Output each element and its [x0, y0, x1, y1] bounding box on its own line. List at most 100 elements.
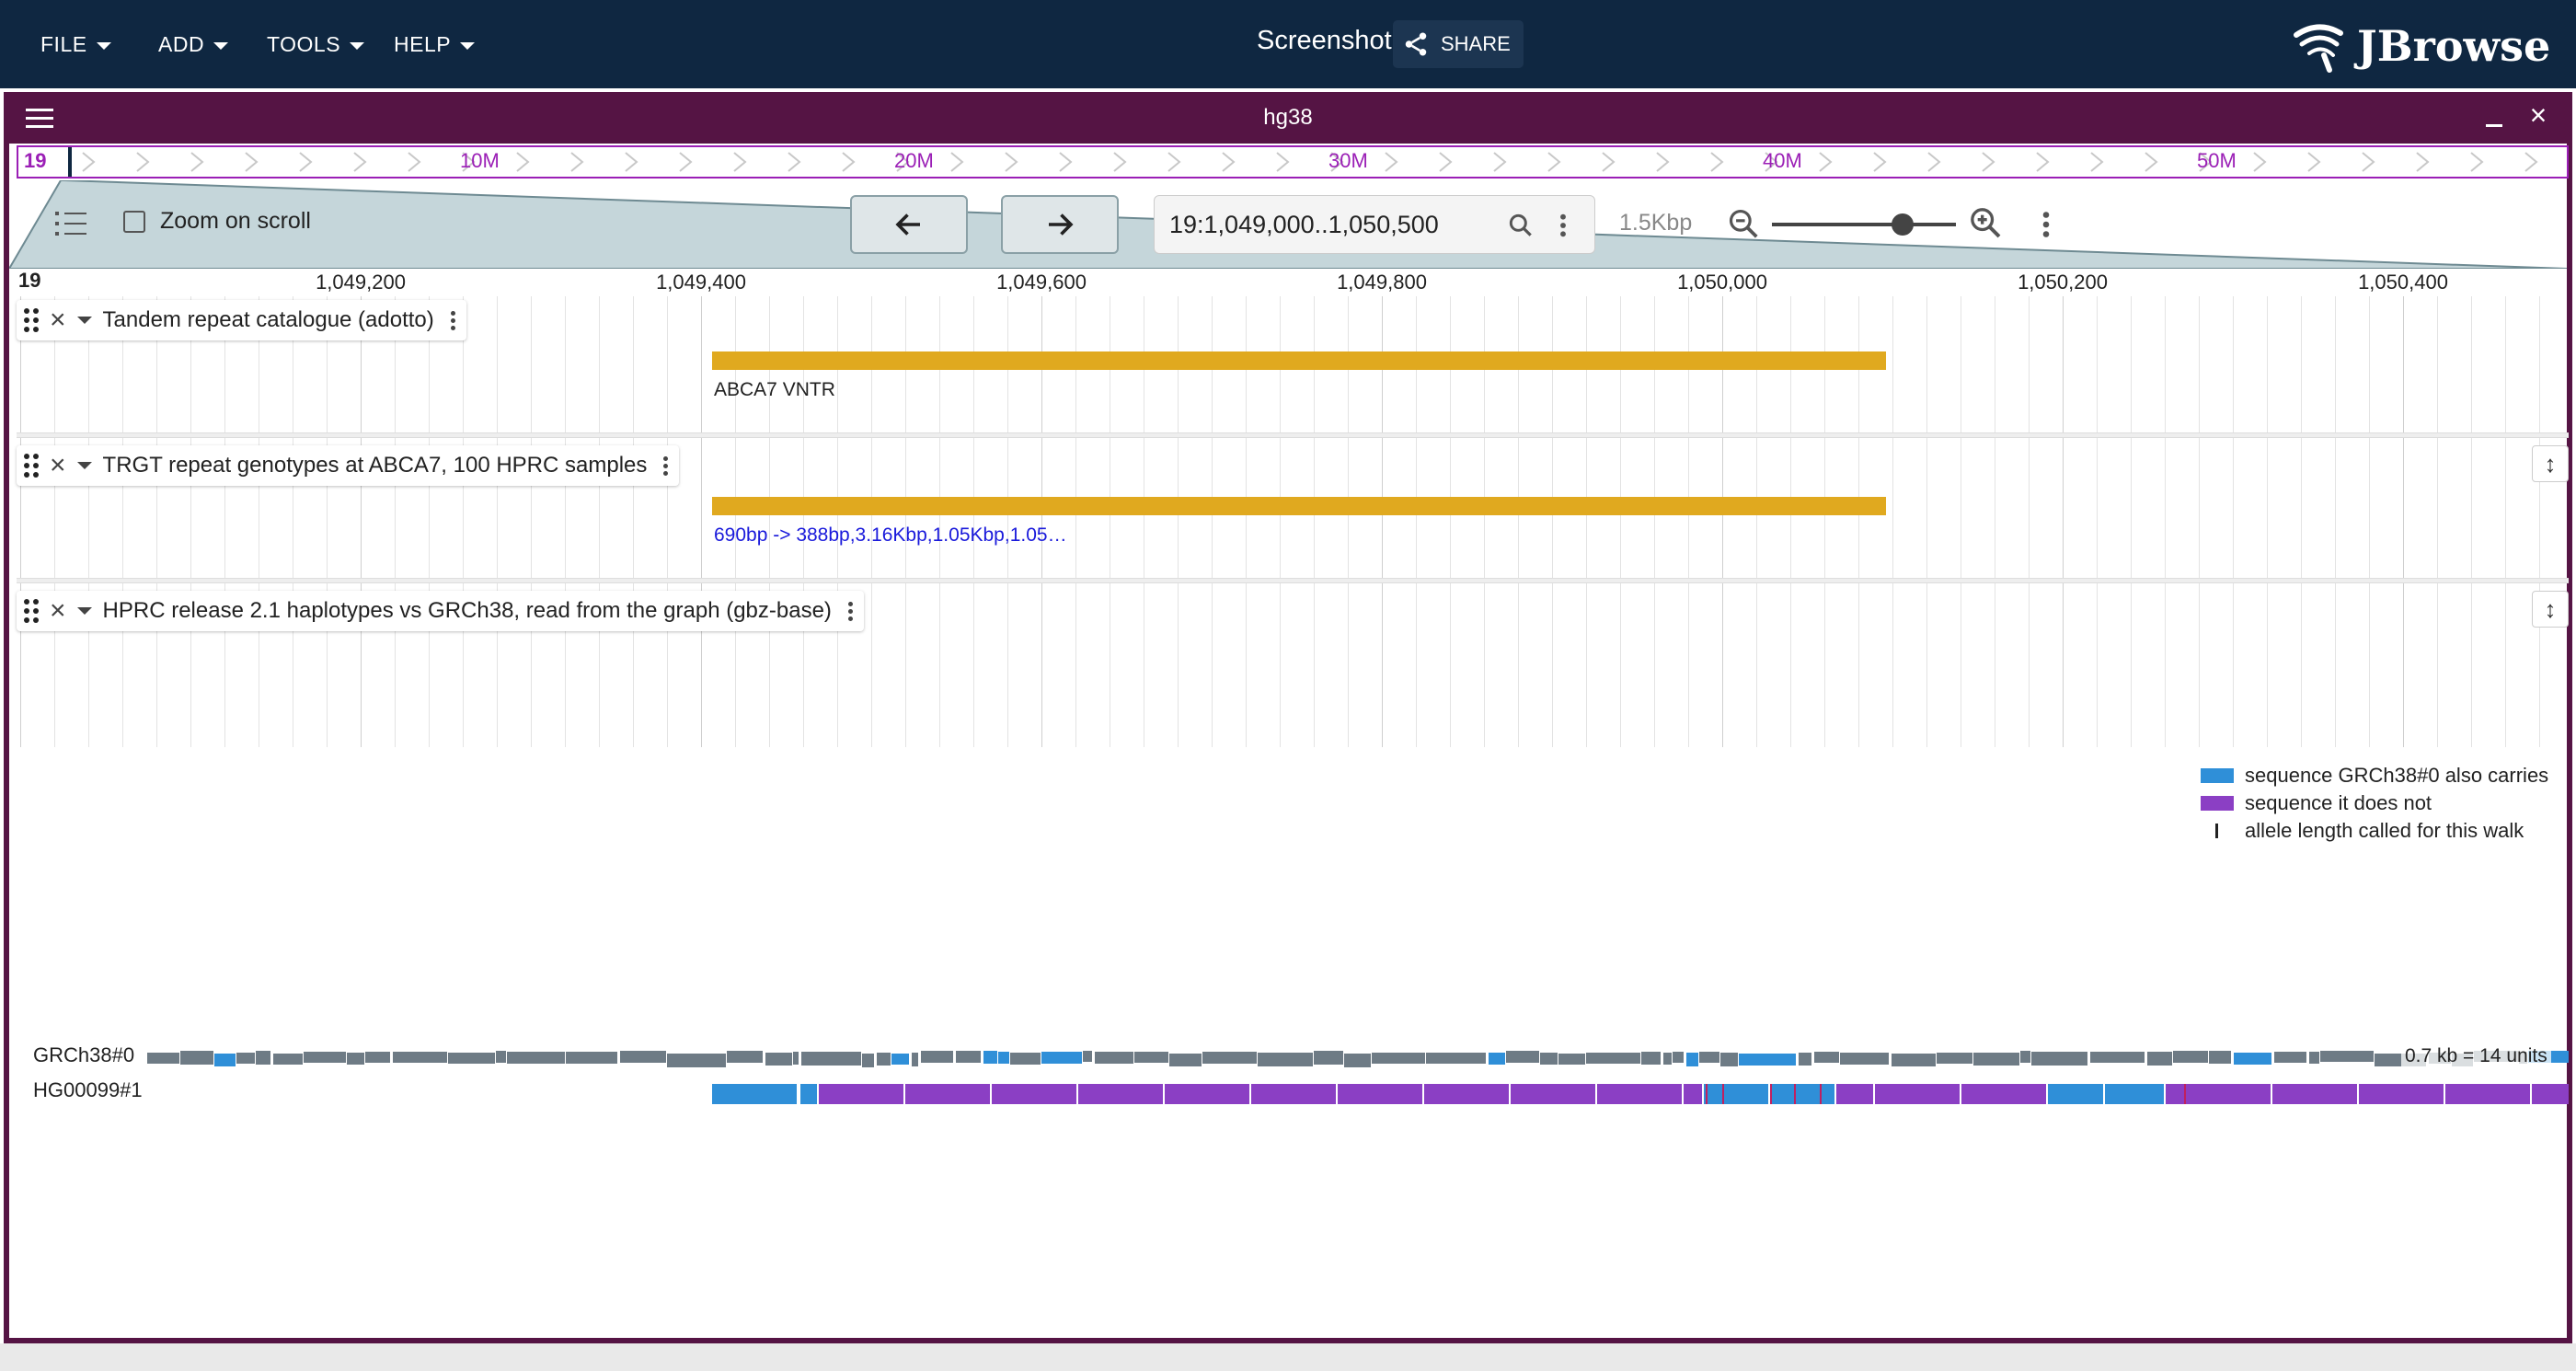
track-selector-icon[interactable] [55, 210, 86, 237]
legend-swatch [2201, 796, 2234, 811]
legend-swatch [2201, 768, 2234, 783]
overview-chrom-label: 19 [24, 149, 47, 172]
zoom-slider[interactable] [1772, 213, 1956, 236]
feature-label: 690bp -> 388bp,3.16Kbp,1.05Kbp,1.05… [714, 524, 1067, 546]
help-menu-label: HELP [394, 31, 452, 56]
track-tandem-repeat-catalogue: ABCA7 VNTR × Tandem repeat catalogue (ad… [17, 300, 2569, 482]
feature-label: ABCA7 VNTR [714, 379, 835, 400]
close-track-icon[interactable]: × [50, 597, 66, 625]
collapse-track-icon[interactable] [76, 317, 92, 324]
feature-abca7-vntr[interactable] [712, 351, 1886, 370]
track-name: TRGT repeat genotypes at ABCA7, 100 HPRC… [102, 453, 648, 478]
arrow-left-icon [895, 213, 920, 236]
minimize-icon[interactable] [2484, 105, 2506, 127]
drag-handle-icon[interactable] [24, 599, 39, 623]
visible-bp-label: 1.5Kbp [1619, 210, 1693, 236]
collapse-track-icon[interactable] [76, 607, 92, 615]
logo-text: JBrowse [2357, 21, 2551, 71]
chevron-down-icon [96, 42, 111, 50]
drag-handle-icon[interactable] [24, 454, 39, 478]
units-label: 0.7 kb = 14 units [2401, 1045, 2551, 1067]
track-resize-handle[interactable] [17, 432, 2569, 438]
session-name[interactable]: Screenshot [1257, 26, 1392, 56]
zoom-slider-thumb[interactable] [1892, 213, 1914, 236]
pan-right-button[interactable] [1001, 195, 1119, 254]
legend-item: allele length called for this walk [2201, 817, 2548, 845]
chevron-down-icon [350, 42, 365, 50]
chevron-down-icon [213, 42, 229, 50]
pan-left-button[interactable] [850, 195, 968, 254]
track-menu-icon[interactable] [663, 455, 669, 476]
location-search-box[interactable] [1154, 195, 1595, 254]
track-resize-handle[interactable] [17, 578, 2569, 583]
share-label: SHARE [1441, 32, 1511, 55]
zoom-on-scroll-checkbox[interactable] [123, 210, 145, 233]
ruler-tick-label: 1,049,400 [656, 271, 746, 294]
jbrowse-logo: JBrowse [2291, 18, 2550, 74]
coordinate-ruler[interactable]: 19 1,049,200 1,049,400 1,049,600 1,049,8… [17, 267, 2569, 298]
track-menu-icon[interactable] [847, 601, 853, 621]
overview-region-indicator[interactable] [68, 147, 72, 177]
track-label: × Tandem repeat catalogue (adotto) [17, 300, 466, 340]
legend-label: sequence it does not [2245, 791, 2432, 814]
tools-menu-label: TOOLS [267, 31, 341, 56]
share-button[interactable]: SHARE [1393, 20, 1524, 68]
file-menu-button[interactable]: FILE [40, 26, 111, 63]
add-menu-label: ADD [158, 31, 205, 56]
zoom-out-icon[interactable] [1726, 206, 1761, 241]
view-header: hg38 × [4, 92, 2572, 144]
ruler-tick-label: 1,050,200 [2018, 271, 2108, 294]
view-options-icon[interactable] [2035, 208, 2057, 241]
location-input[interactable] [1169, 211, 1501, 239]
legend-label: allele length called for this walk [2245, 819, 2524, 842]
zoom-on-scroll-label: Zoom on scroll [160, 208, 311, 234]
feature-trgt-genotype[interactable] [712, 497, 1886, 515]
ruler-tick-label: 1,050,400 [2358, 271, 2448, 294]
app-bar: FILE ADD TOOLS HELP Screenshot SHARE JBr… [0, 0, 2576, 88]
track-label: × TRGT repeat genotypes at ABCA7, 100 HP… [17, 445, 680, 486]
overview-tick-label: 20M [894, 149, 934, 172]
track-menu-icon[interactable] [450, 310, 455, 330]
add-menu-button[interactable]: ADD [158, 26, 229, 63]
ruler-tick-label: 1,050,000 [1677, 271, 1767, 294]
track-name: Tandem repeat catalogue (adotto) [102, 307, 434, 332]
overview-scalebar[interactable]: 19 10M 20M 30M 40M 50M [17, 145, 2569, 179]
search-icon[interactable] [1506, 211, 1535, 240]
close-icon[interactable]: × [2524, 100, 2552, 130]
arrow-right-icon [1049, 213, 1074, 236]
haplotype-bar-grch38[interactable] [147, 1047, 2569, 1069]
close-track-icon[interactable]: × [50, 452, 66, 479]
tools-menu-button[interactable]: TOOLS [267, 26, 365, 63]
close-track-icon[interactable]: × [50, 306, 66, 334]
haplotype-legend: sequence GRCh38#0 also carries sequence … [2201, 762, 2548, 845]
footer [0, 1343, 2576, 1371]
overview-chevrons [82, 152, 2538, 172]
legend-item: sequence GRCh38#0 also carries [2201, 762, 2548, 789]
view-title[interactable]: hg38 [4, 105, 2572, 131]
jbrowse-logo-icon [2294, 24, 2343, 73]
zoom-on-scroll-toggle[interactable]: Zoom on scroll [123, 208, 311, 235]
track-label: × HPRC release 2.1 haplotypes vs GRCh38,… [17, 591, 864, 631]
collapse-track-icon[interactable] [76, 462, 92, 469]
legend-label: sequence GRCh38#0 also carries [2245, 764, 2549, 787]
haplotype-name: GRCh38#0 [33, 1043, 135, 1066]
ruler-chrom-label: 19 [18, 269, 41, 292]
overview-tick-label: 40M [1763, 149, 1802, 172]
haplotype-bar-hg00099[interactable] [712, 1082, 2569, 1106]
view-controls: Zoom on scroll 1.5Kbp [9, 182, 2570, 267]
linear-genome-view: hg38 × 19 10M 20M 30M 40M 50M Zoom on sc… [4, 92, 2572, 1343]
ruler-tick-label: 1,049,600 [996, 271, 1087, 294]
track-trgt-genotypes: 690bp -> 388bp,3.16Kbp,1.05Kbp,1.05… × T… [17, 445, 2569, 628]
track-name: HPRC release 2.1 haplotypes vs GRCh38, r… [102, 598, 832, 623]
overview-tick-label: 10M [460, 149, 500, 172]
help-menu-button[interactable]: HELP [394, 26, 476, 63]
overview-tick-label: 30M [1328, 149, 1368, 172]
legend-tick [2201, 822, 2234, 840]
legend-item: sequence it does not [2201, 789, 2548, 817]
more-vert-icon[interactable] [1552, 211, 1574, 240]
drag-handle-icon[interactable] [24, 308, 39, 332]
zoom-in-icon[interactable] [1967, 204, 2004, 241]
ruler-tick-label: 1,049,800 [1337, 271, 1427, 294]
track-hprc-haplotypes: × HPRC release 2.1 haplotypes vs GRCh38,… [17, 591, 2569, 1371]
share-icon [1405, 32, 1427, 56]
